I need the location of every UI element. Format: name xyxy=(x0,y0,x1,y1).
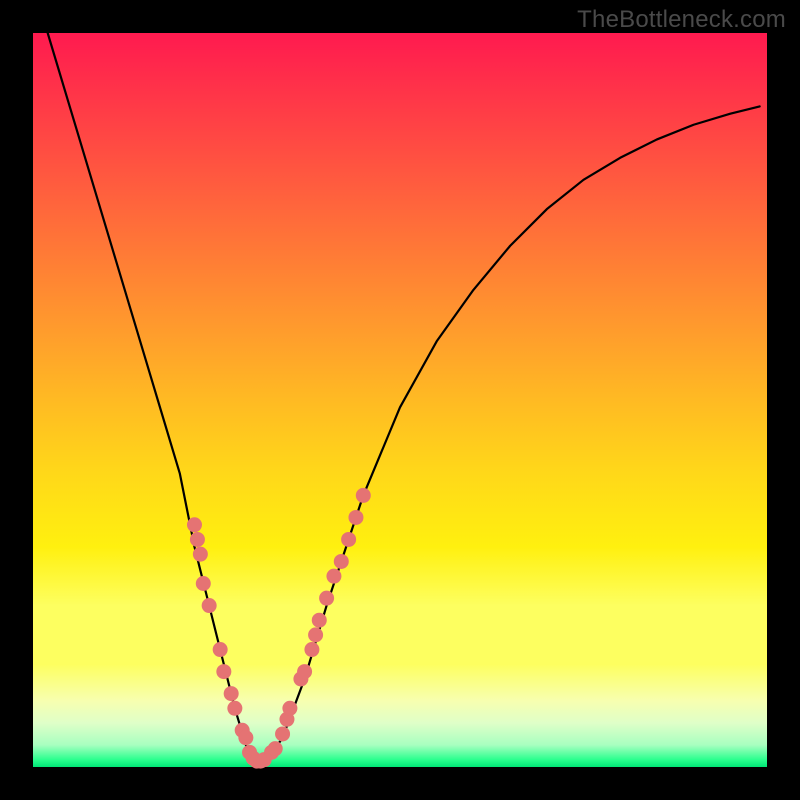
data-marker xyxy=(326,569,341,584)
data-marker xyxy=(227,701,242,716)
data-marker xyxy=(312,613,327,628)
data-marker xyxy=(348,510,363,525)
data-marker xyxy=(193,547,208,562)
data-marker xyxy=(319,591,334,606)
data-marker xyxy=(216,664,231,679)
data-marker xyxy=(275,726,290,741)
plot-area xyxy=(33,33,767,767)
data-marker xyxy=(304,642,319,657)
data-marker xyxy=(356,488,371,503)
data-marker xyxy=(238,730,253,745)
watermark-label: TheBottleneck.com xyxy=(577,6,786,34)
data-marker xyxy=(202,598,217,613)
bottleneck-curve xyxy=(48,33,760,763)
data-marker xyxy=(282,701,297,716)
data-marker xyxy=(341,532,356,547)
data-marker xyxy=(196,576,211,591)
data-marker xyxy=(268,741,283,756)
data-marker xyxy=(224,686,239,701)
chart-container: TheBottleneck.com xyxy=(0,0,800,800)
data-marker xyxy=(308,627,323,642)
data-marker xyxy=(187,517,202,532)
data-marker xyxy=(297,664,312,679)
curve-layer xyxy=(33,33,767,767)
data-marker xyxy=(334,554,349,569)
data-marker xyxy=(213,642,228,657)
data-marker xyxy=(190,532,205,547)
